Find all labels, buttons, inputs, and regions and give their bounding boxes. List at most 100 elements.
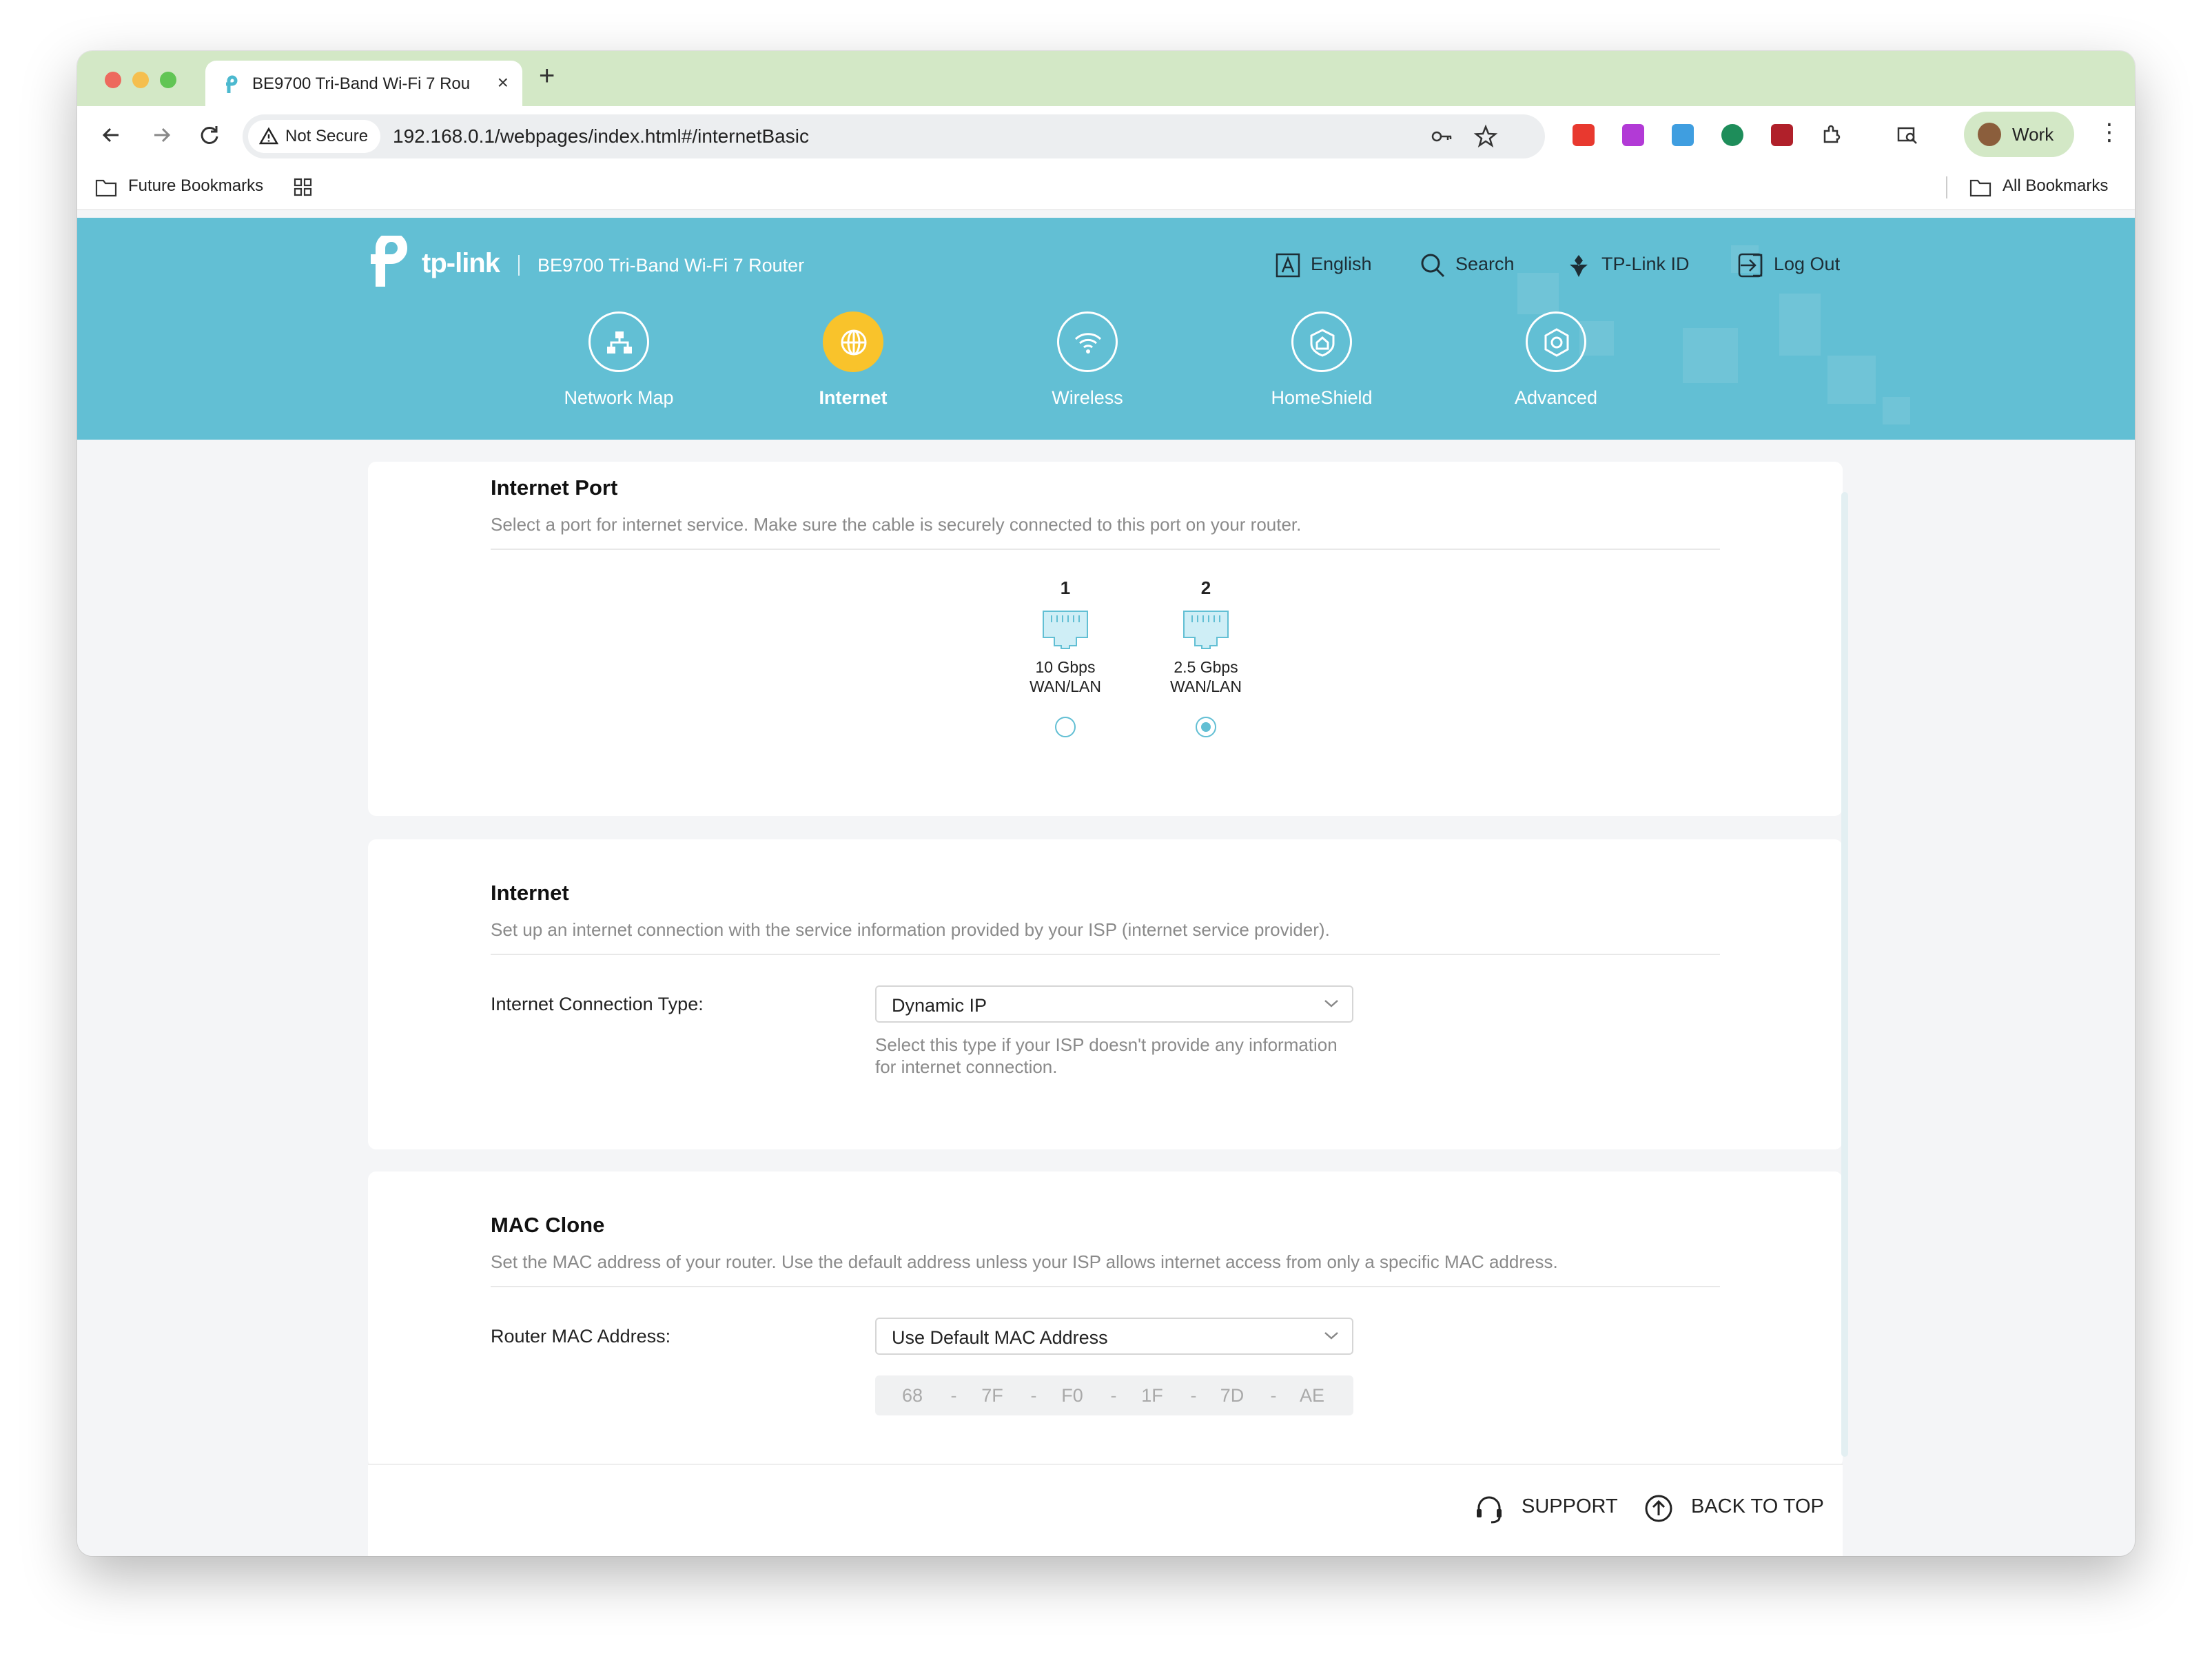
mac-clone-card: MAC Clone Set the MAC address of your ro… bbox=[368, 1171, 1843, 1468]
mac-address-field: 68 - 7F - F0 - 1F - 7D - AE bbox=[875, 1375, 1353, 1415]
mac-octet: F0 bbox=[1061, 1385, 1083, 1406]
header-pattern-tile bbox=[1779, 294, 1821, 356]
bookmark-star-icon[interactable] bbox=[1473, 124, 1498, 149]
port-type: WAN/LAN bbox=[1030, 677, 1101, 695]
tplink-favicon-icon bbox=[226, 75, 238, 93]
page-scrollbar[interactable] bbox=[1841, 492, 1848, 1457]
address-bar[interactable]: Not Secure 192.168.0.1/webpages/index.ht… bbox=[243, 114, 1545, 158]
bookmarks-divider bbox=[1946, 176, 1947, 198]
tab-title: BE9700 Tri-Band Wi-Fi 7 Rou bbox=[252, 74, 471, 93]
page-footer: SUPPORT BACK TO TOP bbox=[368, 1464, 1843, 1556]
homeshield-icon bbox=[1291, 311, 1352, 372]
tplink-id-label: TP-Link ID bbox=[1601, 254, 1690, 274]
tplink-logo-icon bbox=[371, 236, 407, 287]
folder-icon bbox=[1969, 179, 1991, 197]
zoom-window-button[interactable] bbox=[160, 72, 176, 88]
section-description: Select a port for internet service. Make… bbox=[491, 514, 1302, 535]
browser-window: BE9700 Tri-Band Wi-Fi 7 Rou × + Not Secu… bbox=[77, 51, 2135, 1556]
chevron-down-icon bbox=[1324, 1000, 1338, 1007]
nav-label: HomeShield bbox=[1271, 387, 1373, 408]
advanced-gear-icon bbox=[1526, 311, 1586, 372]
search-label: Search bbox=[1455, 254, 1515, 274]
nav-advanced[interactable]: Advanced bbox=[1473, 311, 1639, 429]
section-title: Internet Port bbox=[491, 475, 618, 500]
not-secure-chip[interactable]: Not Secure bbox=[248, 120, 381, 153]
port-1[interactable]: 1 10 Gbps WAN/LAN bbox=[1003, 577, 1127, 696]
extension-purple-e-icon[interactable] bbox=[1622, 124, 1644, 146]
extension-red-tag-icon[interactable] bbox=[1573, 124, 1595, 146]
tab-bar: BE9700 Tri-Band Wi-Fi 7 Rou × + bbox=[77, 51, 2135, 106]
mac-separator: - bbox=[1190, 1385, 1197, 1406]
internet-card: Internet Set up an internet connection w… bbox=[368, 839, 1843, 1149]
extension-link-icon[interactable] bbox=[1672, 124, 1694, 146]
logout-icon bbox=[1738, 253, 1763, 278]
section-divider bbox=[491, 1286, 1720, 1287]
router-mac-select[interactable]: Use Default MAC Address bbox=[875, 1318, 1353, 1355]
extension-instapaper-icon[interactable] bbox=[1771, 124, 1793, 146]
router-model-name: BE9700 Tri-Band Wi-Fi 7 Router bbox=[537, 255, 805, 276]
mac-separator: - bbox=[1270, 1385, 1277, 1406]
bookmark-all-bookmarks[interactable]: All Bookmarks bbox=[2003, 176, 2108, 196]
logout-label: Log Out bbox=[1774, 254, 1841, 274]
nav-internet[interactable]: Internet bbox=[770, 311, 936, 429]
url-text[interactable]: 192.168.0.1/webpages/index.html#/interne… bbox=[393, 125, 809, 147]
reading-mode-icon[interactable] bbox=[1896, 124, 1918, 146]
section-divider bbox=[491, 549, 1720, 550]
header-pattern-tile bbox=[1883, 397, 1910, 424]
select-value: Use Default MAC Address bbox=[892, 1327, 1108, 1348]
internet-port-card: Internet Port Select a port for internet… bbox=[368, 462, 1843, 816]
forward-arrow-icon[interactable] bbox=[146, 120, 176, 150]
apps-grid-icon[interactable] bbox=[294, 178, 313, 197]
mac-octet: 68 bbox=[901, 1385, 923, 1406]
password-key-icon[interactable] bbox=[1429, 124, 1454, 149]
nav-wireless[interactable]: Wireless bbox=[1005, 311, 1170, 429]
chevron-down-icon bbox=[1324, 1332, 1338, 1340]
close-window-button[interactable] bbox=[105, 72, 121, 88]
back-to-top-label: BACK TO TOP bbox=[1691, 1495, 1824, 1517]
router-header: tp-link BE9700 Tri-Band Wi-Fi 7 Router E… bbox=[77, 218, 2135, 440]
minimize-window-button[interactable] bbox=[132, 72, 149, 88]
network-map-icon bbox=[588, 311, 649, 372]
port-1-radio[interactable] bbox=[1055, 717, 1076, 737]
profile-button[interactable]: Work bbox=[1964, 112, 2074, 157]
arrow-up-circle-icon bbox=[1645, 1495, 1672, 1522]
nav-network-map[interactable]: Network Map bbox=[536, 311, 702, 429]
nav-homeshield[interactable]: HomeShield bbox=[1239, 311, 1404, 429]
port-speed: 2.5 Gbps bbox=[1174, 658, 1238, 676]
port-2-radio[interactable] bbox=[1196, 717, 1216, 737]
nav-label: Network Map bbox=[564, 387, 674, 408]
header-pattern-tile bbox=[1683, 328, 1738, 383]
extensions-puzzle-icon[interactable] bbox=[1821, 124, 1843, 146]
extension-grammarly-icon[interactable] bbox=[1721, 124, 1743, 146]
select-value: Dynamic IP bbox=[892, 995, 987, 1016]
headset-icon bbox=[1477, 1496, 1502, 1524]
globe-icon bbox=[823, 311, 883, 372]
language-icon bbox=[1276, 253, 1300, 278]
tab-close-icon[interactable]: × bbox=[498, 72, 509, 94]
security-label: Not Secure bbox=[285, 127, 369, 145]
mac-octet: 1F bbox=[1141, 1385, 1163, 1406]
section-description: Set the MAC address of your router. Use … bbox=[491, 1251, 1558, 1272]
section-title: Internet bbox=[491, 881, 569, 905]
new-tab-button[interactable]: + bbox=[539, 61, 555, 92]
mac-separator: - bbox=[950, 1385, 957, 1406]
mac-separator: - bbox=[1110, 1385, 1117, 1406]
nav-label: Internet bbox=[819, 387, 888, 408]
browser-toolbar: Not Secure 192.168.0.1/webpages/index.ht… bbox=[77, 106, 2135, 165]
bookmark-future-bookmarks[interactable]: Future Bookmarks bbox=[128, 176, 263, 196]
connection-type-select[interactable]: Dynamic IP bbox=[875, 985, 1353, 1023]
port-2[interactable]: 2 2.5 Gbps WAN/LAN bbox=[1144, 577, 1268, 696]
reload-icon[interactable] bbox=[194, 120, 225, 150]
connection-type-label: Internet Connection Type: bbox=[491, 994, 704, 1014]
mac-octet: 7F bbox=[981, 1385, 1003, 1406]
browser-tab-active[interactable]: BE9700 Tri-Band Wi-Fi 7 Rou × bbox=[205, 61, 522, 106]
port-number: 2 bbox=[1200, 577, 1211, 598]
browser-menu-icon[interactable]: ⋮ bbox=[2098, 119, 2121, 146]
profile-label: Work bbox=[2012, 124, 2054, 145]
search-icon bbox=[1421, 254, 1445, 278]
language-label: English bbox=[1311, 254, 1372, 274]
back-arrow-icon[interactable] bbox=[96, 120, 127, 150]
support-label: SUPPORT bbox=[1522, 1495, 1618, 1517]
tplink-logo-text: tp-link bbox=[422, 248, 500, 278]
mac-separator: - bbox=[1030, 1385, 1037, 1406]
